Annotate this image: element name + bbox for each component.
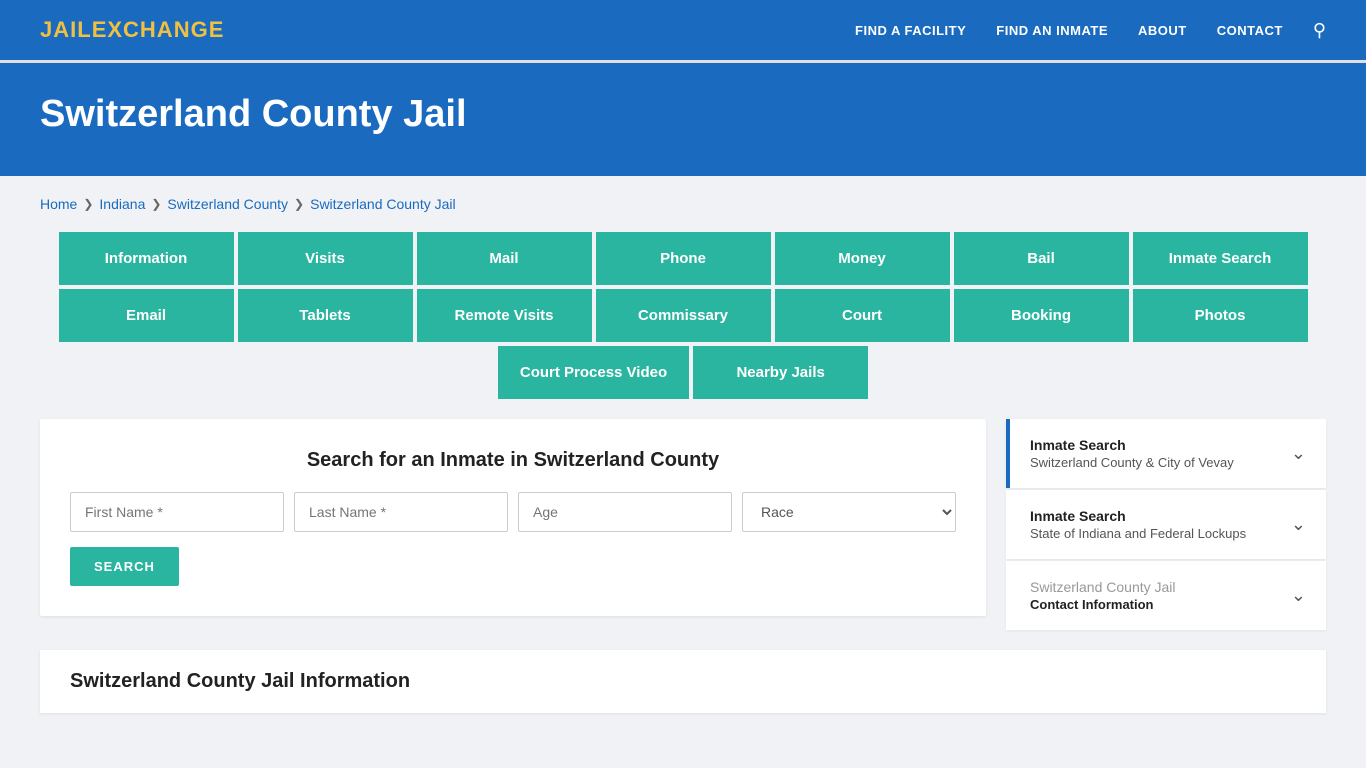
chevron-icon-3: ⌄ [1291, 585, 1306, 606]
btn-bail[interactable]: Bail [954, 232, 1129, 285]
breadcrumb-current: Switzerland County Jail [310, 196, 456, 212]
btn-information[interactable]: Information [59, 232, 234, 285]
btn-booking[interactable]: Booking [954, 289, 1129, 342]
nav-about[interactable]: ABOUT [1138, 23, 1187, 38]
sidebar-item-text-3: Switzerland County Jail Contact Informat… [1030, 579, 1176, 612]
search-icon[interactable]: ⚲ [1313, 20, 1326, 41]
btn-court-process-video[interactable]: Court Process Video [498, 346, 689, 399]
sep2: ❯ [151, 197, 161, 211]
nav-row-1: Information Visits Mail Phone Money Bail… [40, 232, 1326, 285]
logo-jail: JAIL [40, 17, 92, 42]
first-name-input[interactable] [70, 492, 284, 532]
sidebar: Inmate Search Switzerland County & City … [1006, 419, 1326, 630]
sidebar-item-text-2: Inmate Search State of Indiana and Feder… [1030, 508, 1246, 541]
sep1: ❯ [83, 197, 93, 211]
search-title: Search for an Inmate in Switzerland Coun… [70, 449, 956, 472]
btn-visits[interactable]: Visits [238, 232, 413, 285]
sidebar-item-3-subtitle: Contact Information [1030, 597, 1176, 612]
btn-remote-visits[interactable]: Remote Visits [417, 289, 592, 342]
btn-photos[interactable]: Photos [1133, 289, 1308, 342]
sidebar-item-1[interactable]: Inmate Search Switzerland County & City … [1006, 419, 1326, 488]
nav-contact[interactable]: CONTACT [1217, 23, 1283, 38]
chevron-icon-1: ⌄ [1291, 443, 1306, 464]
nav-find-facility[interactable]: FIND A FACILITY [855, 23, 966, 38]
nav-find-inmate[interactable]: FIND AN INMATE [996, 23, 1108, 38]
search-fields: Race All White Black Hispanic Asian Othe… [70, 492, 956, 532]
main-nav: FIND A FACILITY FIND AN INMATE ABOUT CON… [855, 20, 1326, 41]
sidebar-item-text-1: Inmate Search Switzerland County & City … [1030, 437, 1234, 470]
age-input[interactable] [518, 492, 732, 532]
bottom-info-section: Switzerland County Jail Information [40, 650, 1326, 713]
logo-exchange: EXCHANGE [92, 17, 225, 42]
header: JAILEXCHANGE FIND A FACILITY FIND AN INM… [0, 0, 1366, 60]
sidebar-item-1-title: Inmate Search [1030, 437, 1234, 453]
chevron-icon-2: ⌄ [1291, 514, 1306, 535]
btn-court[interactable]: Court [775, 289, 950, 342]
search-button[interactable]: SEARCH [70, 547, 179, 586]
breadcrumb-indiana[interactable]: Indiana [99, 196, 145, 212]
sep3: ❯ [294, 197, 304, 211]
btn-money[interactable]: Money [775, 232, 950, 285]
content-row: Search for an Inmate in Switzerland Coun… [40, 419, 1326, 630]
sidebar-item-2[interactable]: Inmate Search State of Indiana and Feder… [1006, 490, 1326, 559]
nav-row-2: Email Tablets Remote Visits Commissary C… [40, 289, 1326, 342]
sidebar-item-2-subtitle: State of Indiana and Federal Lockups [1030, 526, 1246, 541]
nav-row-3: Court Process Video Nearby Jails [498, 346, 868, 399]
btn-commissary[interactable]: Commissary [596, 289, 771, 342]
sidebar-item-3-title: Switzerland County Jail [1030, 579, 1176, 595]
btn-email[interactable]: Email [59, 289, 234, 342]
inmate-search-box: Search for an Inmate in Switzerland Coun… [40, 419, 986, 616]
nav-buttons-container: Information Visits Mail Phone Money Bail… [40, 232, 1326, 399]
btn-nearby-jails[interactable]: Nearby Jails [693, 346, 868, 399]
main-content: Home ❯ Indiana ❯ Switzerland County ❯ Sw… [0, 176, 1366, 733]
logo[interactable]: JAILEXCHANGE [40, 17, 224, 43]
btn-phone[interactable]: Phone [596, 232, 771, 285]
breadcrumb-switzerland-county[interactable]: Switzerland County [167, 196, 288, 212]
last-name-input[interactable] [294, 492, 508, 532]
bottom-info-title: Switzerland County Jail Information [70, 670, 1296, 693]
sidebar-item-3[interactable]: Switzerland County Jail Contact Informat… [1006, 561, 1326, 630]
breadcrumb-home[interactable]: Home [40, 196, 77, 212]
page-title: Switzerland County Jail [40, 93, 1326, 136]
breadcrumb: Home ❯ Indiana ❯ Switzerland County ❯ Sw… [40, 196, 1326, 212]
race-select[interactable]: Race All White Black Hispanic Asian Othe… [742, 492, 956, 532]
sidebar-item-2-title: Inmate Search [1030, 508, 1246, 524]
btn-inmate-search[interactable]: Inmate Search [1133, 232, 1308, 285]
btn-tablets[interactable]: Tablets [238, 289, 413, 342]
sidebar-item-1-subtitle: Switzerland County & City of Vevay [1030, 455, 1234, 470]
btn-mail[interactable]: Mail [417, 232, 592, 285]
hero-section: Switzerland County Jail [0, 63, 1366, 176]
